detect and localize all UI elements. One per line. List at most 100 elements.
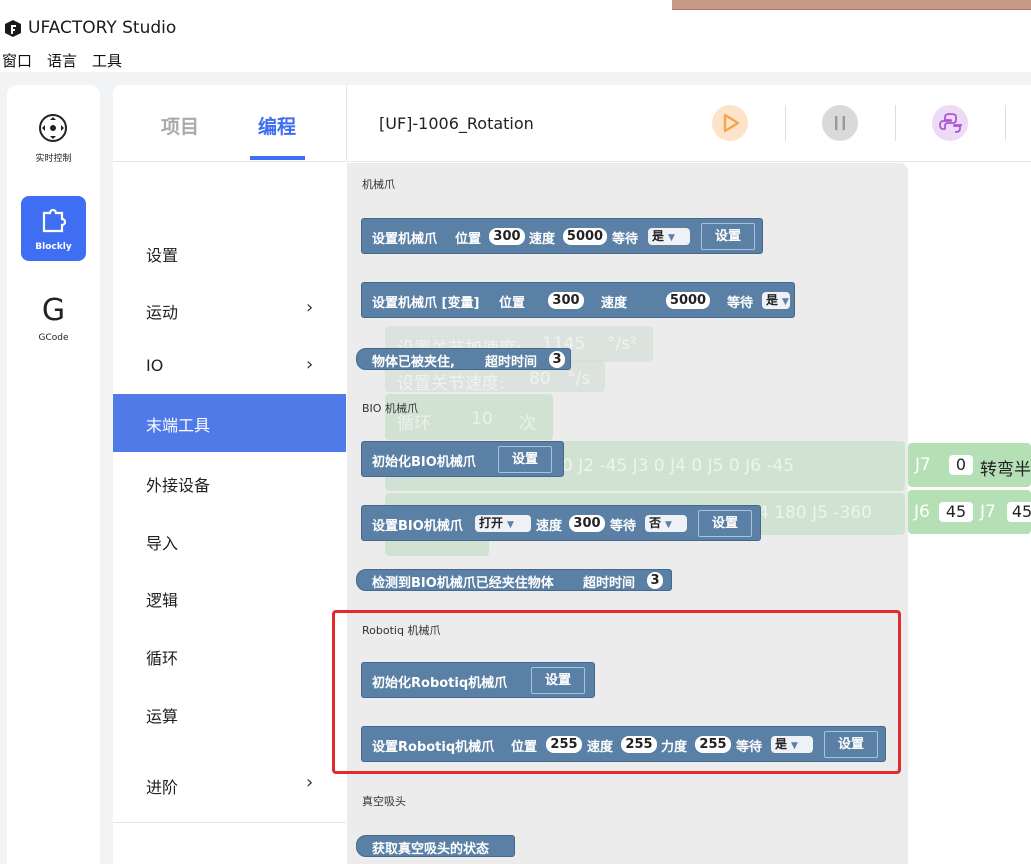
- position-field[interactable]: 300: [548, 292, 584, 309]
- block-bio-detect-gripped[interactable]: 检测到BIO机械爪已经夹住物体 超时时间 3: [356, 569, 672, 591]
- settings-slot-button[interactable]: 设置: [701, 223, 755, 250]
- settings-slot-button[interactable]: 设置: [698, 510, 752, 537]
- speed-value: 80: [529, 369, 551, 389]
- rail-live-control[interactable]: 实时控制: [21, 107, 86, 172]
- category-import[interactable]: 导入: [113, 512, 346, 570]
- puzzle-icon: [42, 208, 67, 233]
- category-label: 进阶: [146, 778, 179, 797]
- rail-blockly[interactable]: Blockly: [21, 196, 86, 261]
- joint-label: J7: [915, 455, 931, 475]
- joint-value[interactable]: 0: [949, 455, 973, 475]
- highlight-box: [332, 610, 901, 774]
- category-label: 导入: [146, 534, 179, 553]
- position-field[interactable]: 300: [489, 228, 525, 245]
- menu-window[interactable]: 窗口: [2, 50, 32, 71]
- control-separator: [785, 105, 786, 141]
- state-dropdown[interactable]: 打开 ▼: [475, 515, 531, 532]
- block-label: 位置: [455, 232, 482, 247]
- category-label: 设置: [146, 246, 179, 265]
- block-label: 速度: [536, 519, 563, 534]
- category-label: 循环: [146, 649, 179, 668]
- block-init-bio-gripper[interactable]: 初始化BIO机械爪 设置: [361, 441, 564, 477]
- section-title-vacuum: 真空吸头: [362, 795, 406, 808]
- block-vacuum-status[interactable]: 获取真空吸头的状态: [356, 835, 515, 857]
- category-label: 逻辑: [146, 591, 179, 610]
- menu-language[interactable]: 语言: [47, 50, 77, 71]
- speed-label: 设置关节速度:: [397, 374, 505, 394]
- category-settings[interactable]: 设置: [113, 224, 346, 282]
- python-icon: [939, 113, 962, 133]
- input-notch: [646, 294, 652, 306]
- block-set-bio-gripper[interactable]: 设置BIO机械爪 打开 ▼ 速度 300 等待 否 ▼ 设置: [361, 505, 761, 541]
- chevron-right-icon: ›: [306, 297, 314, 318]
- timeout-field[interactable]: 3: [549, 351, 565, 368]
- joint-value[interactable]: 45: [939, 502, 973, 522]
- block-set-gripper[interactable]: 设置机械爪 位置 300 速度 5000 等待 是 ▼ 设置: [361, 218, 763, 254]
- left-rail: 实时控制 Blockly G GCode: [7, 85, 100, 864]
- tab-programming[interactable]: 编程: [258, 112, 296, 139]
- block-label: 设置BIO机械爪: [372, 519, 463, 534]
- ufactory-logo-icon: [5, 20, 21, 37]
- block-label: 等待: [610, 519, 637, 534]
- block-label: 初始化BIO机械爪: [372, 455, 476, 470]
- section-title-gripper: 机械爪: [362, 178, 395, 191]
- category-divider: [113, 822, 346, 823]
- g-letter-icon: G: [41, 293, 66, 328]
- category-label: 运动: [146, 303, 179, 322]
- category-io[interactable]: IO ›: [113, 338, 346, 396]
- joint-label: J7: [980, 502, 996, 522]
- tab-active-indicator: [250, 156, 305, 160]
- dropdown-arrow-icon: ▼: [668, 233, 675, 243]
- category-motion[interactable]: 运动 ›: [113, 281, 346, 339]
- wait-dropdown[interactable]: 是 ▼: [762, 292, 790, 309]
- speed-field[interactable]: 5000: [563, 228, 607, 245]
- background-image-edge: [672, 0, 1031, 10]
- category-label: 外接设备: [146, 476, 211, 495]
- category-math[interactable]: 运算: [113, 685, 346, 743]
- block-label: 位置: [499, 296, 526, 311]
- block-label: 超时时间: [485, 355, 538, 370]
- rail-blockly-label: Blockly: [35, 242, 72, 252]
- category-label: IO: [146, 356, 164, 375]
- block-label: 获取真空吸头的状态: [372, 842, 490, 857]
- title-bar: UFACTORY Studio: [0, 10, 1031, 46]
- loop-unit: 次: [519, 414, 536, 434]
- speed-field[interactable]: 5000: [666, 292, 710, 309]
- top-strip: [0, 0, 1031, 10]
- wait-dropdown[interactable]: 否 ▼: [645, 515, 687, 532]
- block-label: 设置机械爪 [变量]: [372, 296, 480, 311]
- joint-value[interactable]: 45: [1007, 502, 1031, 522]
- block-label: 检测到BIO机械爪已经夹住物体: [372, 576, 554, 591]
- speed-unit: °/s: [567, 369, 591, 389]
- block-object-gripped[interactable]: 物体已被夹住, 超时时间 3: [356, 348, 571, 370]
- loop-value: 10: [471, 409, 493, 429]
- settings-slot-button[interactable]: 设置: [498, 446, 552, 473]
- category-advanced[interactable]: 进阶 ›: [113, 756, 346, 814]
- wait-dropdown[interactable]: 是 ▼: [648, 228, 690, 245]
- corner-radius-label: 转弯半: [980, 460, 1031, 480]
- rail-gcode[interactable]: G GCode: [21, 288, 86, 353]
- timeout-field[interactable]: 3: [647, 572, 663, 589]
- tab-project[interactable]: 项目: [161, 112, 199, 139]
- category-loop[interactable]: 循环: [113, 627, 346, 685]
- dropdown-arrow-icon: ▼: [665, 520, 672, 530]
- input-notch: [535, 294, 541, 306]
- run-button[interactable]: [712, 105, 748, 141]
- accel-unit: °/s²: [607, 334, 637, 354]
- category-logic[interactable]: 逻辑: [113, 569, 346, 627]
- pause-icon: [835, 116, 845, 130]
- menu-tools[interactable]: 工具: [92, 50, 122, 71]
- speed-field[interactable]: 300: [569, 515, 605, 532]
- block-label: 等待: [612, 232, 639, 247]
- pause-button[interactable]: [822, 105, 858, 141]
- block-label: 等待: [727, 296, 754, 311]
- category-end-effector[interactable]: 末端工具: [113, 394, 346, 452]
- chevron-right-icon: ›: [306, 354, 314, 375]
- dropdown-arrow-icon: ▼: [507, 520, 514, 530]
- python-button[interactable]: [932, 105, 968, 141]
- control-separator: [895, 105, 896, 141]
- category-external-device[interactable]: 外接设备: [113, 454, 346, 512]
- block-set-gripper-variable[interactable]: 设置机械爪 [变量] 位置 300 速度 5000 等待 是 ▼: [361, 282, 795, 318]
- chevron-right-icon: ›: [306, 772, 314, 793]
- block-label: 速度: [529, 232, 556, 247]
